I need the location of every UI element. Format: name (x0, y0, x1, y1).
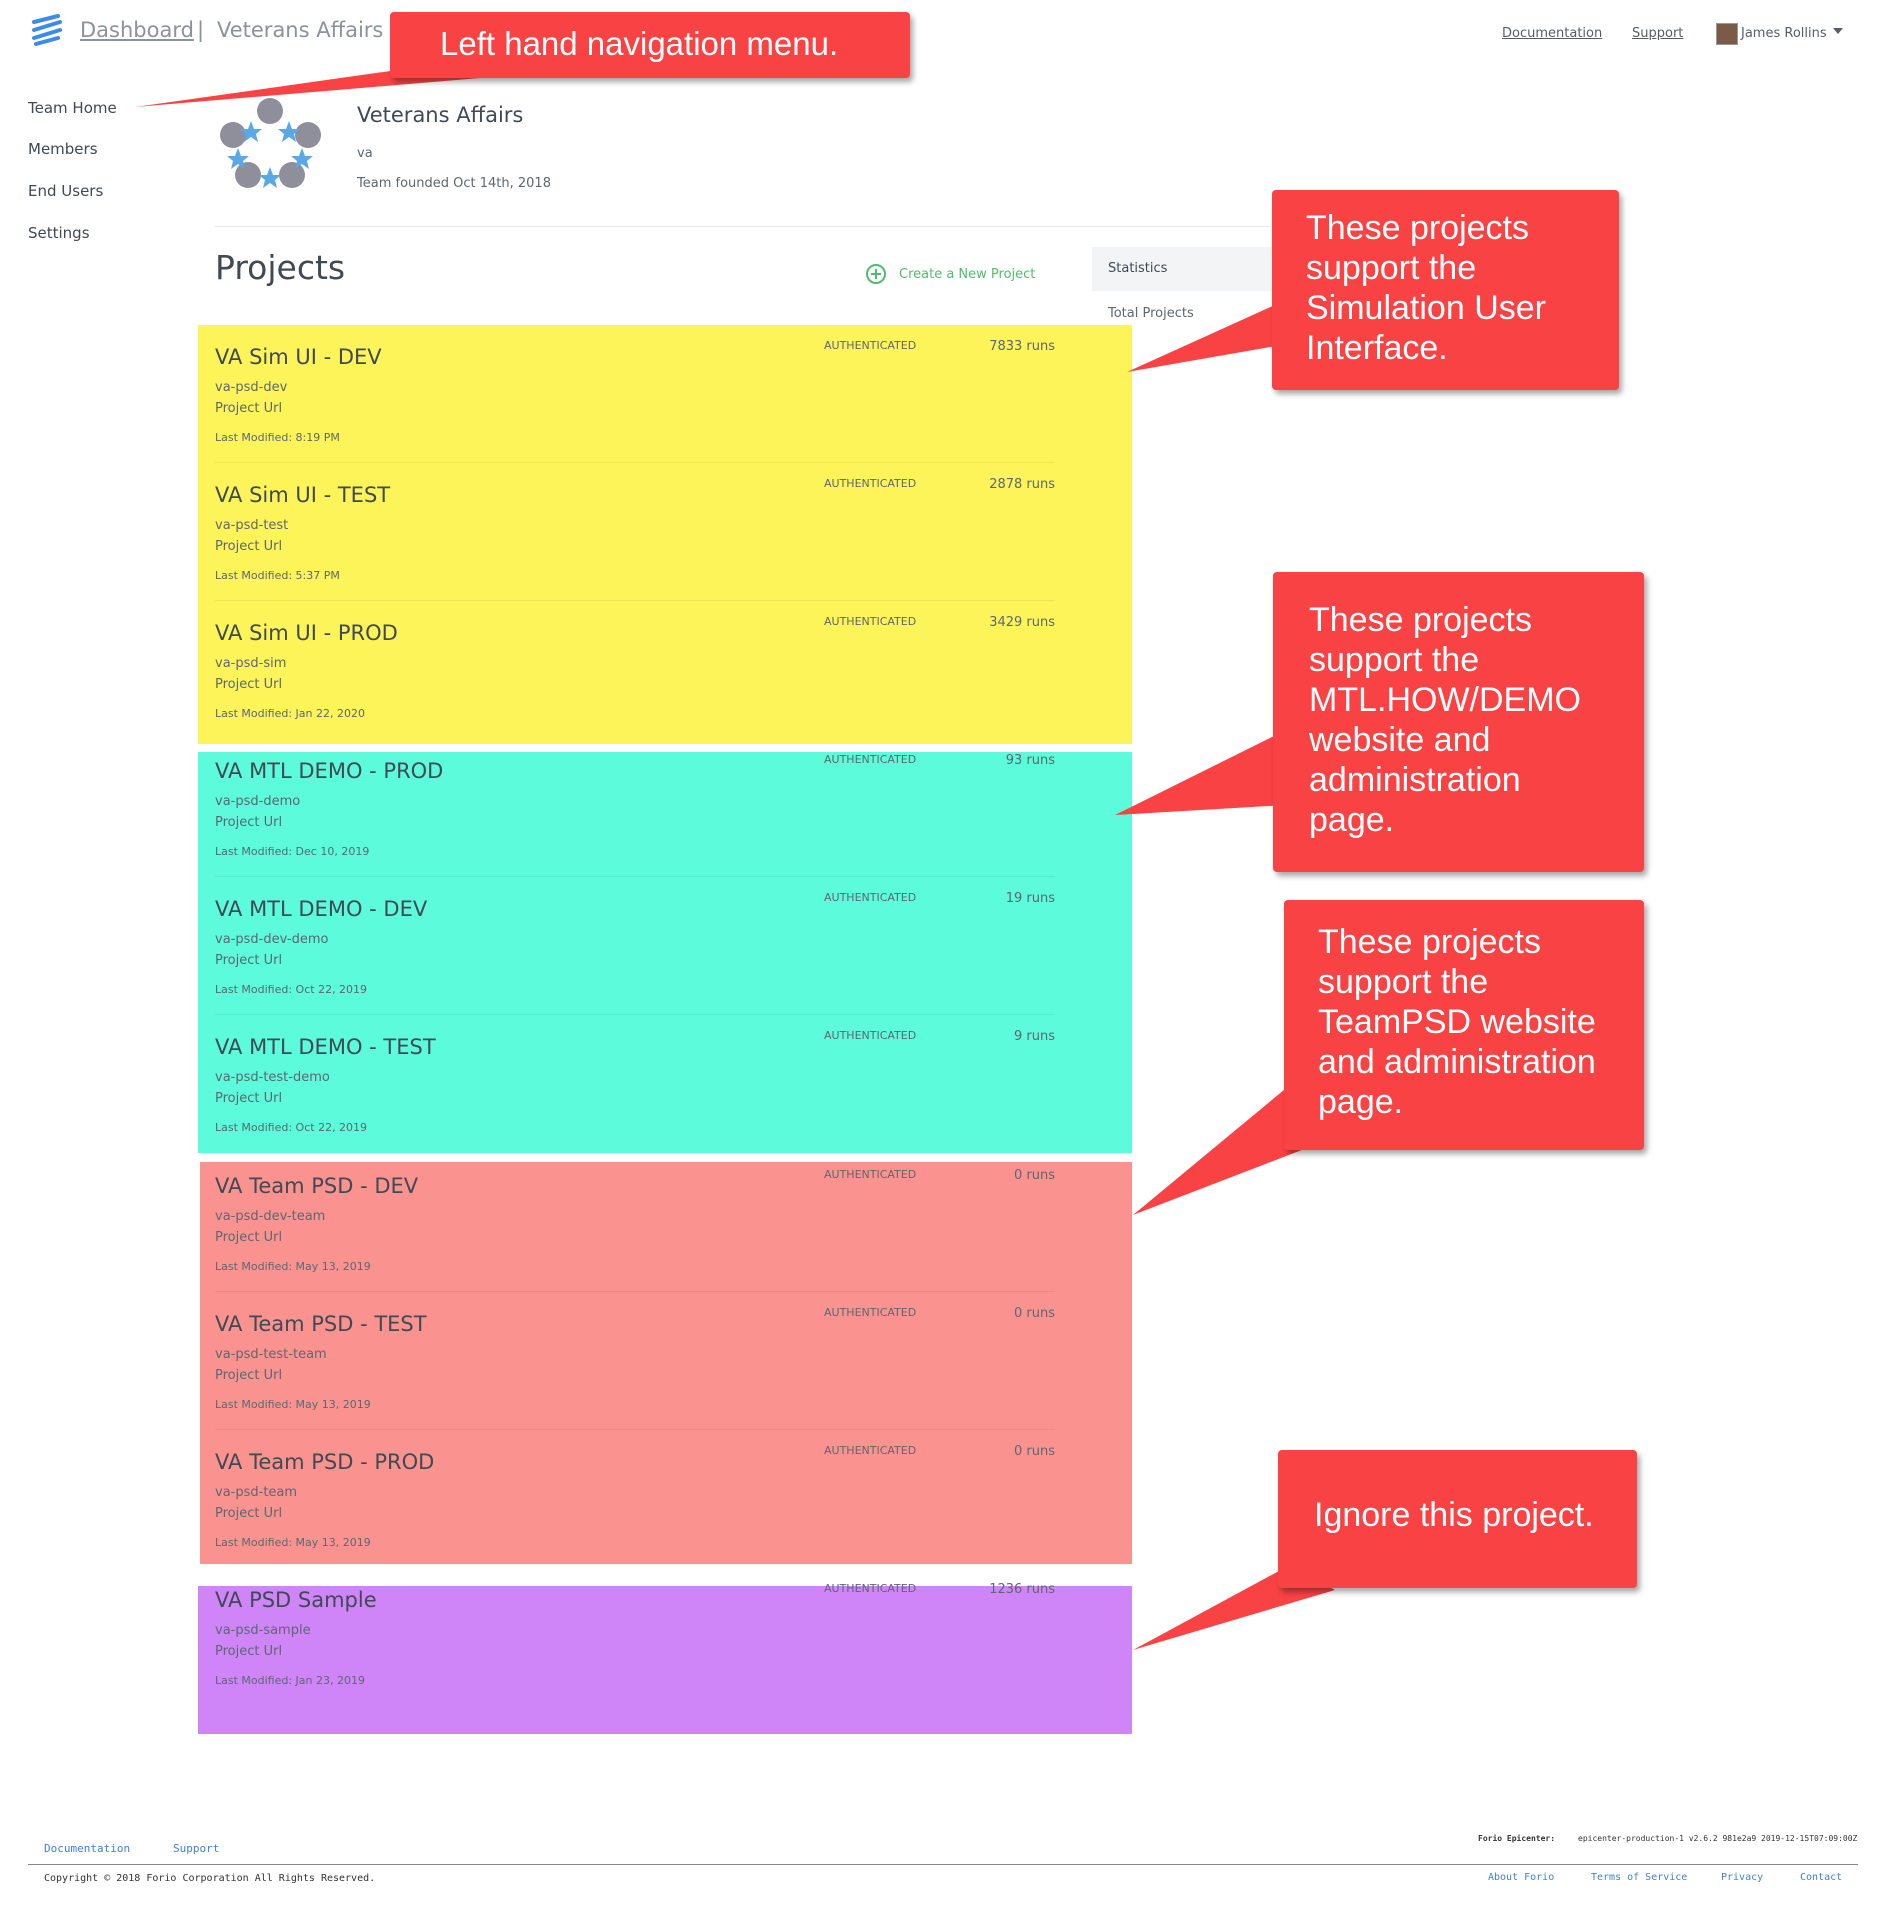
copyright: Copyright © 2018 Forio Corporation All R… (44, 1873, 376, 1884)
callout-pointer-sim (1127, 305, 1282, 372)
epicenter-version: epicenter-production-1 v2.6.2 981e2a9 20… (1578, 1834, 1858, 1843)
callout-teampsd: These projects support the TeamPSD websi… (1284, 900, 1644, 1150)
callout-ignore: Ignore this project. (1278, 1450, 1637, 1588)
callout-pointer-teampsd (1133, 1085, 1307, 1215)
footer-support-link[interactable]: Support (173, 1842, 219, 1855)
about-forio-link[interactable]: About Forio (1488, 1872, 1554, 1883)
terms-link[interactable]: Terms of Service (1591, 1872, 1687, 1883)
privacy-link[interactable]: Privacy (1721, 1872, 1763, 1883)
callout-sim: These projects support the Simulation Us… (1272, 190, 1619, 390)
footer-divider (28, 1864, 1858, 1865)
contact-link[interactable]: Contact (1800, 1872, 1842, 1883)
epicenter-label: Forio Epicenter: (1478, 1834, 1556, 1843)
callout-pointer-mtl (1115, 732, 1287, 815)
callout-mtl: These projects support the MTL.HOW/DEMO … (1273, 572, 1644, 872)
callout-nav: Left hand navigation menu. (390, 12, 910, 78)
footer-documentation-link[interactable]: Documentation (44, 1842, 130, 1855)
